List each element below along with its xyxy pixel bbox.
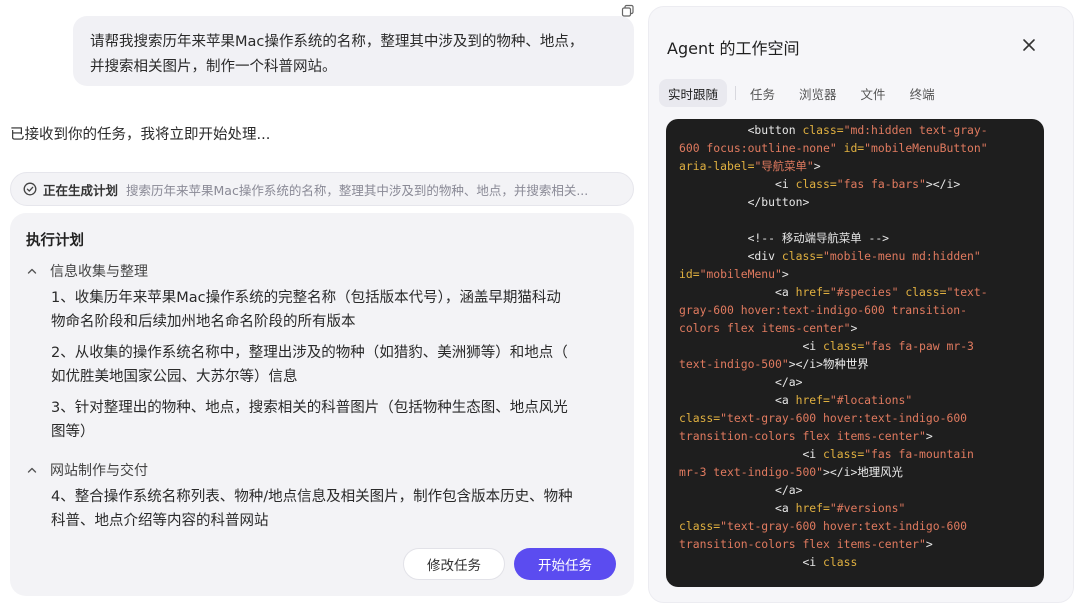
user-message-line-2: 并搜索相关图片，制作一个科普网站。 bbox=[90, 59, 337, 75]
plan-step-line: 物命名阶段和后续加州地名命名阶段的所有版本 bbox=[51, 314, 356, 330]
user-message-bubble: 请帮我搜索历年来苹果Mac操作系统的名称，整理其中涉及到的物种、地点， 并搜索相… bbox=[73, 16, 634, 86]
code-line: transition-colors flex items-center"> bbox=[679, 429, 933, 443]
user-message-line-1: 请帮我搜索历年来苹果Mac操作系统的名称，整理其中涉及到的物种、地点， bbox=[90, 34, 584, 50]
edit-task-button[interactable]: 修改任务 bbox=[403, 548, 505, 580]
code-line: id="mobileMenu"> bbox=[679, 267, 789, 281]
code-line: <i class="fas fa-mountain bbox=[802, 447, 974, 461]
code-line: mr-3 text-indigo-500"></i>地理风光 bbox=[679, 465, 903, 479]
code-line: gray-600 hover:text-indigo-600 transitio… bbox=[679, 303, 968, 317]
close-icon[interactable] bbox=[1022, 38, 1036, 52]
tab-terminal[interactable]: 终端 bbox=[910, 79, 935, 107]
assistant-ack-message: 已接收到你的任务，我将立即开始处理... bbox=[10, 127, 271, 143]
code-line: <i class bbox=[802, 555, 858, 569]
code-line: aria-label="导航菜单"> bbox=[679, 159, 821, 173]
code-line: <a href="#species" class="text- bbox=[775, 285, 988, 299]
code-line: transition-colors flex items-center"> bbox=[679, 537, 933, 551]
plan-step-line: 4、整合操作系统名称列表、物种/地点信息及相关图片，制作包含版本历史、物种 bbox=[51, 489, 573, 505]
plan-step-line: 1、收集历年来苹果Mac操作系统的完整名称（包括版本代号），涵盖早期猫科动 bbox=[51, 290, 561, 306]
chevron-up-icon bbox=[27, 268, 37, 274]
code-line: <button class="md:hidden text-gray- bbox=[747, 123, 988, 137]
plan-status-bar[interactable]: 正在生成计划 搜索历年来苹果Mac操作系统的名称，整理其中涉及到的物种、地点，并… bbox=[10, 172, 634, 206]
plan-step-line: 如优胜美地国家公园、大苏尔等）信息 bbox=[51, 369, 298, 385]
plan-step-line: 2、从收集的操作系统名称中，整理出涉及的物种（如猎豹、美洲狮等）和地点（ bbox=[51, 345, 568, 361]
chat-panel: 请帮我搜索历年来苹果Mac操作系统的名称，整理其中涉及到的物种、地点， 并搜索相… bbox=[0, 0, 644, 609]
start-task-button[interactable]: 开始任务 bbox=[514, 548, 616, 580]
code-line: class="text-gray-600 hover:text-indigo-6… bbox=[679, 411, 968, 425]
code-line: <a href="#versions" bbox=[775, 501, 906, 515]
plan-status-preview: 搜索历年来苹果Mac操作系统的名称，整理其中涉及到的物种、地点，并搜索相关... bbox=[126, 182, 589, 198]
plan-step: 4、整合操作系统名称列表、物种/地点信息及相关图片，制作包含版本历史、物种 科普… bbox=[51, 485, 611, 533]
code-line: </button> bbox=[747, 195, 810, 209]
code-line: class="text-gray-600 hover:text-indigo-6… bbox=[679, 519, 968, 533]
code-line: colors flex items-center"> bbox=[679, 321, 858, 335]
tab-files[interactable]: 文件 bbox=[861, 79, 886, 107]
plan-step-line: 图等） bbox=[51, 424, 95, 440]
plan-title: 执行计划 bbox=[26, 233, 84, 249]
workspace-tabs: 实时跟随 任务 浏览器 文件 终端 bbox=[659, 79, 935, 107]
code-line: </a> bbox=[775, 483, 803, 497]
agent-workspace-panel: Agent 的工作空间 实时跟随 任务 浏览器 文件 终端 <button cl… bbox=[648, 6, 1074, 603]
execution-plan-card: 执行计划 信息收集与整理 1、收集历年来苹果Mac操作系统的完整名称（包括版本代… bbox=[10, 213, 634, 596]
tab-live-follow[interactable]: 实时跟随 bbox=[659, 79, 728, 107]
tab-divider bbox=[735, 86, 737, 100]
plan-section-title: 信息收集与整理 bbox=[50, 264, 148, 280]
code-line: </a> bbox=[775, 375, 803, 389]
plan-step-line: 科普、地点介绍等内容的科普网站 bbox=[51, 513, 269, 529]
code-line: <div class="mobile-menu md:hidden" bbox=[747, 249, 981, 263]
code-line: text-indigo-500"></i>物种世界 bbox=[679, 357, 869, 371]
code-line: <i class="fas fa-paw mr-3 bbox=[802, 339, 974, 353]
plan-step: 1、收集历年来苹果Mac操作系统的完整名称（包括版本代号），涵盖早期猫科动 物命… bbox=[51, 286, 611, 334]
tab-browser[interactable]: 浏览器 bbox=[799, 79, 837, 107]
code-line: <!-- 移动端导航菜单 --> bbox=[747, 231, 890, 245]
code-line: <a href="#locations" bbox=[775, 393, 913, 407]
plan-step-line: 3、针对整理出的物种、地点，搜索相关的科普图片（包括物种生态图、地点风光 bbox=[51, 400, 568, 416]
tab-task[interactable]: 任务 bbox=[750, 79, 775, 107]
plan-step: 3、针对整理出的物种、地点，搜索相关的科普图片（包括物种生态图、地点风光 图等） bbox=[51, 396, 611, 444]
plan-step: 2、从收集的操作系统名称中，整理出涉及的物种（如猎豹、美洲狮等）和地点（ 如优胜… bbox=[51, 341, 611, 389]
code-viewer[interactable]: <button class="md:hidden text-gray- 600 … bbox=[666, 119, 1044, 587]
chevron-up-icon bbox=[27, 467, 37, 473]
workspace-title: Agent 的工作空间 bbox=[667, 39, 800, 58]
plan-section-title: 网站制作与交付 bbox=[50, 463, 148, 479]
plan-section-header-info[interactable]: 信息收集与整理 bbox=[26, 261, 148, 281]
code-line: <i class="fas fa-bars"></i> bbox=[775, 177, 961, 191]
check-circle-icon bbox=[23, 182, 37, 196]
plan-section-header-website[interactable]: 网站制作与交付 bbox=[26, 460, 148, 480]
plan-status-label: 正在生成计划 bbox=[43, 182, 119, 198]
code-line: 600 focus:outline-none" id="mobileMenuBu… bbox=[679, 141, 988, 155]
